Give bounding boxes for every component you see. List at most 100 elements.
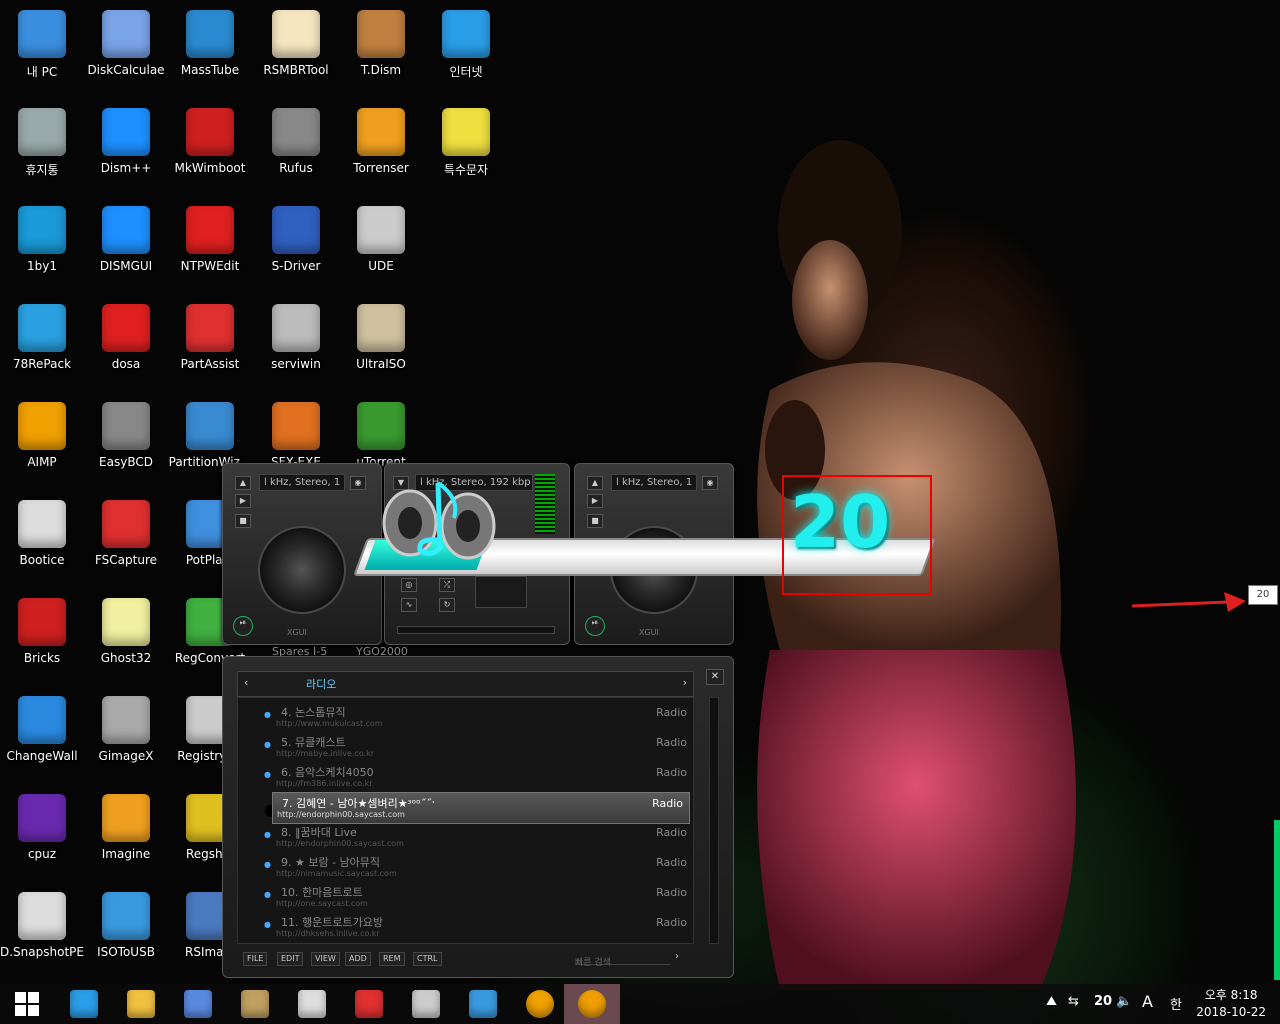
desktop-icon-triangle-logo[interactable]: 78RePack (0, 296, 84, 388)
playlist-view-button[interactable]: VIEW (311, 952, 340, 966)
playlist-row[interactable]: ● 6. 음악스케치4050 http://fm386.inlive.co.kr Ra… (238, 762, 693, 792)
playlist-row[interactable]: ● 8. ‖꿈바대 Live http://endorphin00.saycast.… (238, 822, 693, 852)
playlist-row[interactable]: ● 4. 논스톱뮤직 http://www.mukulcast.com Radio (238, 702, 693, 732)
desktop-icon-flash[interactable]: Bricks (0, 590, 84, 682)
taskbar-ie[interactable] (57, 984, 111, 1024)
tray-volume-number[interactable]: 20 (1094, 994, 1112, 1009)
desktop-icon-label: serviwin (271, 357, 321, 371)
desktop-icon-ladybug[interactable]: MkWimboot (168, 100, 252, 192)
taskbar-bootice[interactable] (285, 984, 339, 1024)
close-icon[interactable]: ✕ (706, 669, 724, 685)
tray-network-icon[interactable]: ⛰ (1046, 994, 1057, 1009)
playlist-scrollbar[interactable] (709, 697, 719, 944)
desktop-icon-serviwin[interactable]: serviwin (254, 296, 338, 388)
desktop-icon-monitor-paint[interactable]: ChangeWall (0, 688, 84, 780)
playlist-edit-button[interactable]: EDIT (277, 952, 304, 966)
eq-button[interactable]: ◎ (401, 578, 417, 592)
desktop-icon-usb-drive[interactable]: Rufus (254, 100, 338, 192)
taskbar-partassist[interactable] (342, 984, 396, 1024)
row-title: 4. 논스톱뮤직 (281, 706, 346, 719)
desktop-icon-cpu-chip[interactable]: cpuz (0, 786, 84, 878)
desktop-icon-usb-windows[interactable]: ISOToUSB (84, 884, 168, 976)
playlist-row[interactable]: 7. 김혜연 - 남아★셈벼리★ᶟᵒᵒ˝˝ˑ http://endorphin00… (272, 792, 690, 824)
desktop-icon-rs-logo[interactable]: RSMBRTool (254, 2, 338, 94)
tab-prev-arrow[interactable]: ‹ (244, 676, 248, 689)
desktop-icon-smiley[interactable]: Torrenser (339, 100, 423, 192)
desktop-icon-ie[interactable]: 인터넷 (424, 2, 508, 94)
desktop-icon-hangul[interactable]: dosa (84, 296, 168, 388)
desktop-icon-ghost[interactable]: Ghost32 (84, 590, 168, 682)
play-pause-button-right[interactable]: ⏯ (585, 616, 605, 636)
shuffle-button[interactable]: ⤮ (439, 578, 455, 592)
partassist-icon (355, 990, 383, 1018)
quick-search-input[interactable]: 빠른 검색 (575, 950, 671, 968)
desktop-icon-label: 1by1 (27, 259, 57, 273)
next-button[interactable]: ▶ (587, 494, 603, 508)
stop-button-right[interactable]: ■ (587, 514, 603, 528)
desktop-icon-sunflower[interactable]: Imagine (84, 786, 168, 878)
playlist-row[interactable]: ● 9. ★ 보람 - 남아뮤직 http://nimamusic.saycast.… (238, 852, 693, 882)
taskbar-start[interactable] (0, 984, 54, 1024)
desktop-icon-1by1[interactable]: 1by1 (0, 198, 84, 290)
jog-wheel-left[interactable] (258, 526, 346, 614)
desktop-icon-scanner[interactable]: GimageX (84, 688, 168, 780)
seek-bar[interactable] (397, 626, 555, 634)
desktop-icon-box-disc[interactable]: T.Dism (339, 2, 423, 94)
taskbar-notepad[interactable] (171, 984, 225, 1024)
desktop-icon-usb-box[interactable]: UDE (339, 198, 423, 290)
playlist-ctrl-button[interactable]: CTRL (413, 952, 442, 966)
taskbar-aimp[interactable] (513, 984, 567, 1024)
desktop-icon-pie-disk[interactable]: DiskCalculae (84, 2, 168, 94)
playlist-file-button[interactable]: FILE (243, 952, 268, 966)
desktop-icon-graphics-card[interactable]: S-Driver (254, 198, 338, 290)
eject-button[interactable]: ▲ (235, 476, 251, 490)
tray-lang[interactable]: 한 (1170, 994, 1182, 1013)
graphics-card-icon (272, 206, 320, 254)
row-bullet-icon: ● (264, 710, 271, 719)
desktop-icon-recycle-bin[interactable]: 휴지통 (0, 100, 84, 192)
speaker-icon[interactable]: 🔈 (1116, 994, 1132, 1009)
desktop-icon-fscapture[interactable]: FSCapture (84, 492, 168, 584)
desktop-icon-drive-clock[interactable]: D.SnapshotPE (0, 884, 84, 976)
balance-slider[interactable] (475, 576, 527, 608)
desktop-icon-partition-disk[interactable]: PartAssist (168, 296, 252, 388)
prev-button[interactable]: ▶ (235, 494, 251, 508)
visual-button[interactable]: ∿ (401, 598, 417, 612)
playlist-row[interactable]: ● 10. 한마음트로트 http://one.saycast.com Radio (238, 882, 693, 912)
taskbar-file-explorer[interactable] (114, 984, 168, 1024)
taskbar-aimp-active[interactable] (564, 984, 620, 1024)
desktop-icon-bootice[interactable]: Bootice (0, 492, 84, 584)
view-button[interactable]: ◉ (350, 476, 366, 490)
desktop-icon-gears[interactable]: Dism++ (84, 100, 168, 192)
desktop-icon-sticky-note[interactable]: 특수문자 (424, 100, 508, 192)
desktop-icon-windows-logo[interactable]: DISMGUI (84, 198, 168, 290)
desktop-icon-label: Bricks (23, 651, 61, 665)
taskbar-ude[interactable] (399, 984, 453, 1024)
desktop-icon-aimp[interactable]: AIMP (0, 394, 84, 486)
clock[interactable]: 오후 8:18 2018-10-22 (1196, 987, 1266, 1021)
playlist-rem-button[interactable]: REM (379, 952, 405, 966)
red-arrow-icon (1131, 592, 1246, 612)
desktop-icon-cd[interactable]: UltraISO (339, 296, 423, 388)
desktop-icon-pc-tower[interactable]: EasyBCD (84, 394, 168, 486)
repeat-button[interactable]: ↻ (439, 598, 455, 612)
taskbar-rsmbr[interactable] (228, 984, 282, 1024)
stop-button[interactable]: ■ (235, 514, 251, 528)
search-go-button[interactable]: › (675, 951, 679, 962)
eject-button-right[interactable]: ▲ (587, 476, 603, 490)
desktop-icon-globe-download[interactable]: MassTube (168, 2, 252, 94)
tray-ime[interactable]: A (1142, 992, 1153, 1011)
taskbar-changewall[interactable] (456, 984, 510, 1024)
desktop-icon-nt-key[interactable]: NTPWEdit (168, 198, 252, 290)
desktop-icon-computer[interactable]: 내 PC (0, 2, 84, 94)
playlist-add-button[interactable]: ADD (345, 952, 371, 966)
usb-drive-icon (272, 108, 320, 156)
tray-connection-icon[interactable]: ⇆ (1068, 994, 1079, 1009)
playlist-row[interactable]: ● 5. 뮤클캐스트 http://mabye.inlive.co.kr Radio (238, 732, 693, 762)
playlist-row[interactable]: ● 11. 행운트로트가요방 http://dhksehs.inlive.co.kr… (238, 912, 693, 942)
tab-radio[interactable]: 라디오 (306, 676, 336, 692)
tab-next-arrow[interactable]: › (683, 676, 687, 689)
view-button-right[interactable]: ◉ (702, 476, 718, 490)
triangle-logo-icon (18, 304, 66, 352)
play-pause-button-left[interactable]: ⏯ (233, 616, 253, 636)
